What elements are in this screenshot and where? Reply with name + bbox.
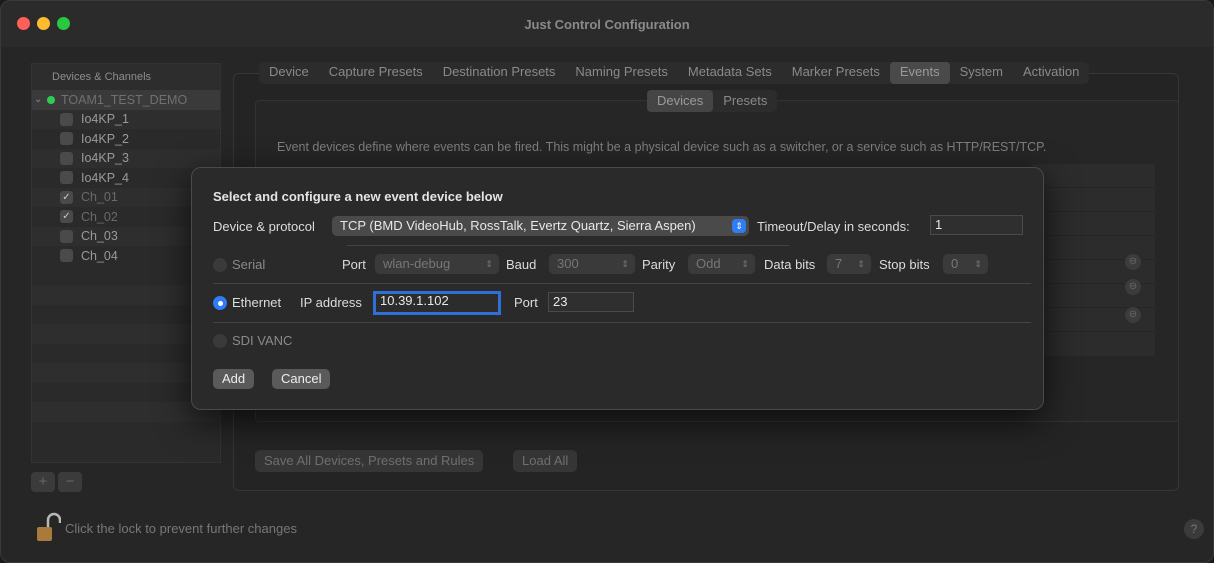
sidebar-item-label: Ch_04 [81, 248, 118, 263]
tree-root-row[interactable]: ⌄ TOAM1_TEST_DEMO [32, 90, 220, 110]
stop-bits-label: Stop bits [879, 257, 930, 272]
timeout-label: Timeout/Delay in seconds: [757, 219, 910, 234]
device-protocol-select[interactable]: TCP (BMD VideoHub, RossTalk, Evertz Quar… [332, 216, 749, 236]
sidebar-item-checkbox[interactable] [60, 132, 73, 146]
sidebar-item-label: Io4KP_1 [81, 112, 129, 127]
chevron-updown-icon: ⇕ [857, 259, 865, 269]
sidebar-item-checkbox[interactable] [60, 112, 73, 126]
baud-label: Baud [506, 257, 537, 272]
data-bits-label: Data bits [764, 257, 816, 272]
load-all-button[interactable]: Load All [513, 450, 578, 472]
tab-naming-presets[interactable]: Naming Presets [565, 62, 677, 84]
sidebar-item-label: Io4KP_2 [81, 131, 129, 146]
data-bits-select[interactable]: 7 ⇕ [827, 254, 871, 274]
tree-root-label: TOAM1_TEST_DEMO [61, 92, 188, 107]
remove-row-icon[interactable]: ⊖ [1125, 254, 1141, 270]
main-tab-bar: Device Capture Presets Destination Presets… [259, 62, 1090, 84]
sidebar-item-label: Io4KP_4 [81, 170, 129, 185]
tab-marker-presets[interactable]: Marker Presets [782, 62, 890, 84]
app-window: Just Control Configuration Devices & Cha… [0, 0, 1214, 563]
chevron-down-icon[interactable]: ⌄ [34, 94, 44, 105]
sidebar-item-checkbox[interactable]: ✓ [60, 210, 73, 224]
parity-label: Parity [642, 257, 676, 272]
chevron-updown-icon: ⇕ [732, 219, 746, 233]
sidebar-item-label: Ch_01 [81, 190, 118, 205]
table-row[interactable] [1031, 188, 1155, 212]
tab-capture-presets[interactable]: Capture Presets [319, 62, 433, 84]
empty-row [32, 422, 220, 442]
lock-icon[interactable] [35, 511, 62, 546]
sdi-vanc-radio[interactable] [213, 334, 227, 348]
table-row[interactable] [1031, 212, 1155, 236]
sidebar-item-checkbox[interactable] [60, 249, 73, 263]
ethernet-label: Ethernet [232, 295, 282, 310]
sidebar-item-label: Ch_02 [81, 209, 118, 224]
sidebar-item[interactable]: Io4KP_3 [32, 148, 220, 168]
chevron-updown-icon: ⇕ [485, 259, 493, 269]
subtab-presets[interactable]: Presets [713, 90, 777, 112]
sidebar-item-checkbox[interactable] [60, 229, 73, 243]
parity-value: Odd [696, 256, 721, 271]
window-title: Just Control Configuration [524, 17, 690, 32]
chevron-updown-icon: ⇕ [621, 259, 629, 269]
dialog-heading: Select and configure a new event device … [213, 189, 503, 204]
timeout-input[interactable]: 1 [930, 215, 1023, 235]
sidebar-item[interactable]: Io4KP_2 [32, 129, 220, 149]
device-protocol-value: TCP (BMD VideoHub, RossTalk, Evertz Quar… [340, 218, 696, 233]
divider [347, 245, 789, 246]
ethernet-radio[interactable] [213, 296, 227, 310]
baud-value: 300 [557, 256, 579, 271]
table-row[interactable] [1031, 164, 1155, 188]
sidebar-item-checkbox[interactable] [60, 171, 73, 185]
cancel-button[interactable]: Cancel [272, 369, 331, 389]
save-all-button[interactable]: Save All Devices, Presets and Rules [255, 450, 484, 472]
data-bits-value: 7 [835, 256, 843, 271]
status-dot-icon [47, 95, 55, 104]
remove-row-icon[interactable]: ⊖ [1125, 279, 1141, 295]
lock-hint-text: Click the lock to prevent further change… [65, 521, 297, 536]
add-device-button[interactable]: + [31, 472, 55, 492]
ip-address-label: IP address [300, 295, 362, 310]
stop-bits-select[interactable]: 0 ⇕ [943, 254, 988, 274]
events-subtab-bar: Devices Presets [647, 90, 778, 112]
title-bar: Just Control Configuration [1, 1, 1213, 47]
sdi-vanc-label: SDI VANC [232, 333, 293, 348]
tab-system[interactable]: System [950, 62, 1013, 84]
events-description: Event devices define where events can be… [277, 140, 1047, 154]
ethernet-port-input[interactable]: 23 [548, 292, 634, 312]
sidebar-header: Devices & Channels [32, 64, 220, 90]
baud-select[interactable]: 300 ⇕ [549, 254, 635, 274]
device-protocol-label: Device & protocol [213, 219, 315, 234]
serial-port-label: Port [342, 257, 366, 272]
parity-select[interactable]: Odd ⇕ [688, 254, 755, 274]
subtab-devices[interactable]: Devices [647, 90, 714, 112]
tab-device[interactable]: Device [259, 62, 319, 84]
add-button[interactable]: Add [213, 369, 255, 389]
remove-device-button[interactable]: − [58, 472, 82, 492]
ethernet-port-label: Port [514, 295, 538, 310]
divider [213, 283, 1031, 284]
sidebar-item-checkbox[interactable] [60, 151, 73, 165]
serial-radio[interactable] [213, 258, 227, 272]
tab-destination-presets[interactable]: Destination Presets [433, 62, 566, 84]
tab-metadata-sets[interactable]: Metadata Sets [678, 62, 782, 84]
ip-address-input[interactable]: 10.39.1.102 [373, 291, 501, 315]
stop-bits-value: 0 [951, 256, 959, 271]
sidebar-item[interactable]: Io4KP_1 [32, 109, 220, 129]
sidebar-item-label: Io4KP_3 [81, 151, 129, 166]
remove-row-icon[interactable]: ⊖ [1125, 307, 1141, 323]
chevron-updown-icon: ⇕ [974, 259, 982, 269]
serial-port-select[interactable]: wlan-debug ⇕ [375, 254, 499, 274]
chevron-updown-icon: ⇕ [741, 259, 749, 269]
serial-label: Serial [232, 257, 266, 272]
new-event-device-dialog: Select and configure a new event device … [191, 167, 1044, 410]
divider [213, 322, 1031, 323]
tab-activation[interactable]: Activation [1013, 62, 1089, 84]
serial-port-value: wlan-debug [383, 256, 451, 271]
help-button[interactable]: ? [1184, 519, 1204, 539]
sidebar-item-label: Ch_03 [81, 229, 118, 244]
tab-events[interactable]: Events [889, 62, 950, 84]
sidebar-item-checkbox[interactable]: ✓ [60, 190, 73, 204]
